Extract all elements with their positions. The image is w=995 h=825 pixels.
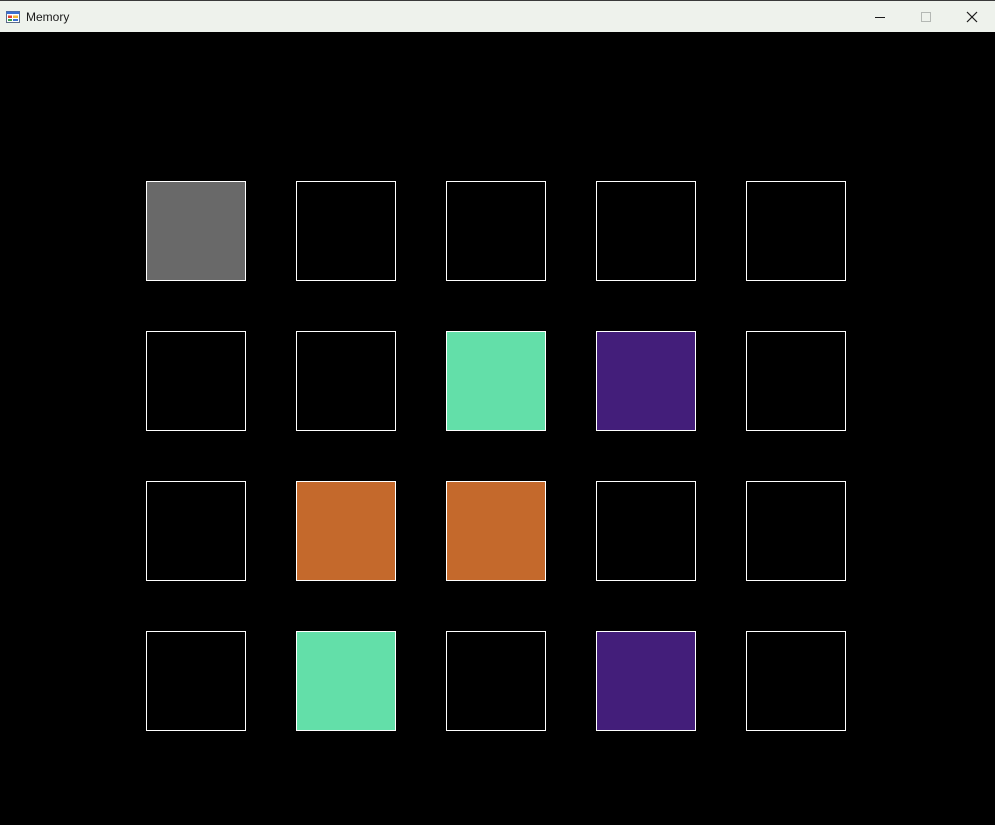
tile-r1-c3[interactable] [446,181,546,281]
close-button[interactable] [949,1,995,32]
tile-r1-c4[interactable] [596,181,696,281]
app-icon[interactable] [6,10,20,24]
tile-r1-c2[interactable] [296,181,396,281]
tile-r2-c3[interactable] [446,331,546,431]
tile-r2-c5[interactable] [746,331,846,431]
tile-r4-c3[interactable] [446,631,546,731]
minimize-icon [875,16,885,18]
tile-r4-c1[interactable] [146,631,246,731]
window-title: Memory [26,9,70,24]
maximize-button[interactable] [903,1,949,32]
title-bar[interactable]: Memory [0,0,995,32]
tile-r4-c5[interactable] [746,631,846,731]
tile-r4-c2[interactable] [296,631,396,731]
tile-r3-c5[interactable] [746,481,846,581]
minimize-button[interactable] [857,1,903,32]
tile-r1-c5[interactable] [746,181,846,281]
tile-r3-c2[interactable] [296,481,396,581]
close-icon [966,11,978,22]
tile-r3-c4[interactable] [596,481,696,581]
tile-r3-c1[interactable] [146,481,246,581]
tile-r3-c3[interactable] [446,481,546,581]
tile-r2-c2[interactable] [296,331,396,431]
tile-r2-c1[interactable] [146,331,246,431]
tile-r2-c4[interactable] [596,331,696,431]
game-board [0,32,995,825]
window-controls [857,1,995,32]
tile-r4-c4[interactable] [596,631,696,731]
memory-window: Memory [0,0,995,825]
maximize-icon [921,11,931,22]
tile-r1-c1[interactable] [146,181,246,281]
